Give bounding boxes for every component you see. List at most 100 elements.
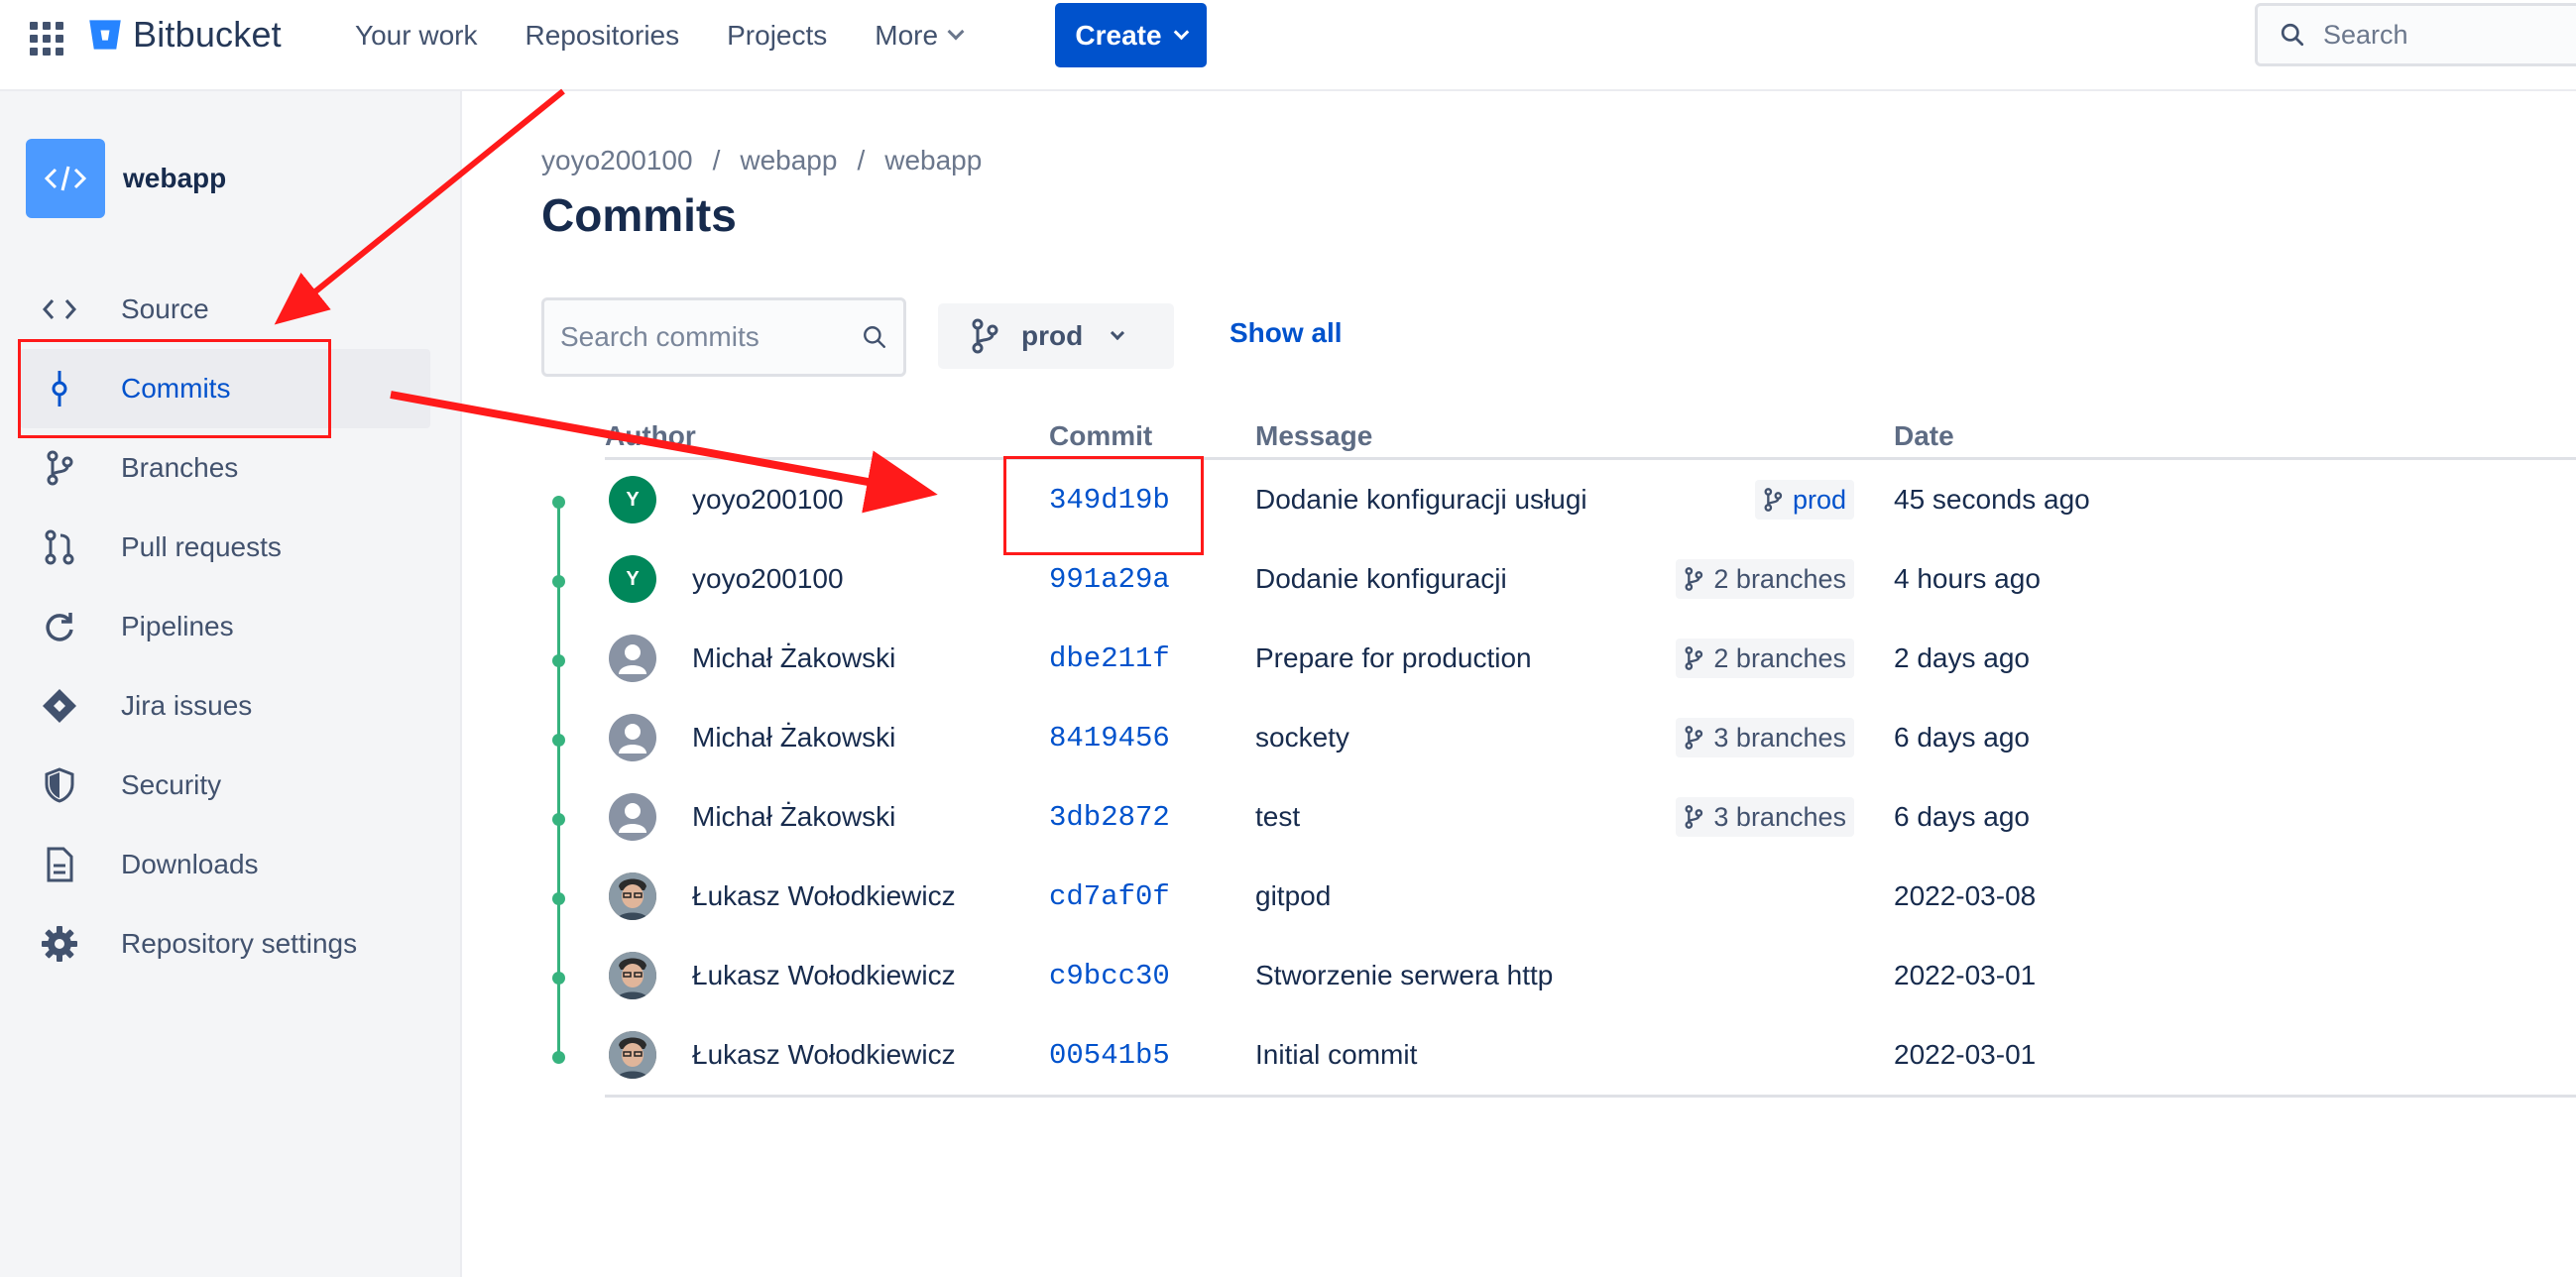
branch-tag-label: 3 branches xyxy=(1713,722,1846,753)
nav-repositories[interactable]: Repositories xyxy=(525,20,679,52)
gear-icon xyxy=(42,926,77,962)
branch-tag[interactable]: 2 branches xyxy=(1676,638,1854,678)
branch-tag[interactable]: 2 branches xyxy=(1676,559,1854,599)
author-name[interactable]: Łukasz Wołodkiewicz xyxy=(692,1015,956,1095)
author-name[interactable]: yoyo200100 xyxy=(692,460,844,539)
avatar[interactable] xyxy=(609,872,656,920)
commit-graph-node xyxy=(552,496,565,509)
global-search-input[interactable]: Search xyxy=(2255,3,2576,66)
commit-message[interactable]: Dodanie konfiguracji xyxy=(1255,563,1507,595)
commit-date: 2022-03-01 xyxy=(1894,960,2037,990)
branch-icon xyxy=(1685,805,1703,829)
commit-message[interactable]: test xyxy=(1255,801,1300,833)
create-button[interactable]: Create xyxy=(1055,3,1207,67)
avatar[interactable] xyxy=(609,635,656,682)
sidebar-item-repository-settings[interactable]: Repository settings xyxy=(20,904,430,984)
show-all-link[interactable]: Show all xyxy=(1229,317,1343,349)
repo-header[interactable]: webapp xyxy=(26,139,226,218)
author-name[interactable]: Michał Żakowski xyxy=(692,619,895,698)
author-name[interactable]: Michał Żakowski xyxy=(692,777,895,857)
pull-request-icon xyxy=(45,529,74,565)
commit-hash-link[interactable]: 8419456 xyxy=(1049,698,1170,777)
breadcrumb-workspace[interactable]: yoyo200100 xyxy=(541,145,693,176)
column-header-author: Author xyxy=(605,420,696,451)
sidebar-item-label: Security xyxy=(121,769,222,800)
author-name[interactable]: Łukasz Wołodkiewicz xyxy=(692,936,956,1015)
table-bottom-border xyxy=(605,1095,2576,1098)
commit-hash-link[interactable]: cd7af0f xyxy=(1049,857,1170,936)
branch-tag[interactable]: prod xyxy=(1754,480,1854,520)
branch-selector-dropdown[interactable]: prod xyxy=(938,303,1174,369)
sidebar-item-label: Jira issues xyxy=(121,690,253,721)
breadcrumb-repository[interactable]: webapp xyxy=(884,145,982,176)
author-cell xyxy=(609,1015,656,1095)
search-commits-field[interactable] xyxy=(541,297,906,377)
pipelines-icon xyxy=(46,613,73,641)
avatar[interactable]: Y xyxy=(609,555,656,603)
sidebar-item-pull-requests[interactable]: Pull requests xyxy=(20,508,430,587)
selected-branch: prod xyxy=(1021,320,1084,351)
search-commits-input[interactable] xyxy=(560,321,848,353)
author-cell xyxy=(609,777,656,857)
commit-message[interactable]: Prepare for production xyxy=(1255,642,1532,674)
sidebar-item-source[interactable]: Source xyxy=(20,270,430,349)
branch-tag-label: 3 branches xyxy=(1713,801,1846,832)
breadcrumb-separator: / xyxy=(857,145,866,175)
page-title: Commits xyxy=(541,189,737,241)
sidebar-item-branches[interactable]: Branches xyxy=(20,428,430,508)
chevron-down-icon xyxy=(1173,24,1189,40)
avatar[interactable] xyxy=(609,714,656,761)
commit-graph-node xyxy=(552,1051,565,1064)
avatar[interactable] xyxy=(609,793,656,841)
branch-tag[interactable]: 3 branches xyxy=(1676,718,1854,757)
commit-hash-link[interactable]: c9bcc30 xyxy=(1049,936,1170,1015)
commit-graph-node xyxy=(552,734,565,747)
commit-graph-node xyxy=(552,892,565,905)
commit-hash-link[interactable]: 00541b5 xyxy=(1049,1015,1170,1095)
author-name[interactable]: Łukasz Wołodkiewicz xyxy=(692,857,956,936)
nav-label: Projects xyxy=(727,20,828,51)
sidebar-item-pipelines[interactable]: Pipelines xyxy=(20,587,430,666)
nav-your-work[interactable]: Your work xyxy=(355,20,477,52)
sidebar-item-label: Source xyxy=(121,293,209,324)
breadcrumb-project[interactable]: webapp xyxy=(740,145,837,176)
branch-icon xyxy=(972,318,998,354)
commit-date: 6 days ago xyxy=(1894,722,2030,753)
sidebar-item-security[interactable]: Security xyxy=(20,746,430,825)
nav-more[interactable]: More xyxy=(875,20,965,52)
branch-tag[interactable]: 3 branches xyxy=(1676,797,1854,837)
author-cell: Y xyxy=(609,539,656,619)
commits-table: Author Commit Message Date Y yoyo200100 … xyxy=(605,412,2576,1098)
commit-message[interactable]: Initial commit xyxy=(1255,1039,1417,1071)
sidebar-item-downloads[interactable]: Downloads xyxy=(20,825,430,904)
commit-hash-link[interactable]: 3db2872 xyxy=(1049,777,1170,857)
table-row: Łukasz Wołodkiewicz c9bcc30 Stworzenie s… xyxy=(605,936,2576,1015)
avatar[interactable] xyxy=(609,1031,656,1079)
repo-avatar xyxy=(26,139,105,218)
commit-message[interactable]: gitpod xyxy=(1255,880,1331,912)
sidebar-item-jira-issues[interactable]: Jira issues xyxy=(20,666,430,746)
annotation-box-commits xyxy=(18,339,331,438)
commit-message[interactable]: sockety xyxy=(1255,722,1349,754)
user-photo-icon xyxy=(609,952,656,999)
commit-message[interactable]: Dodanie konfiguracji usługi xyxy=(1255,484,1587,516)
avatar[interactable] xyxy=(609,952,656,999)
branch-icon xyxy=(1685,567,1703,591)
app-switcher-icon[interactable] xyxy=(30,22,63,56)
commit-hash-link[interactable]: dbe211f xyxy=(1049,619,1170,698)
commit-date: 4 hours ago xyxy=(1894,563,2041,594)
breadcrumb-separator: / xyxy=(712,145,721,175)
author-name[interactable]: Michał Żakowski xyxy=(692,698,895,777)
author-name[interactable]: yoyo200100 xyxy=(692,539,844,619)
avatar[interactable]: Y xyxy=(609,476,656,523)
commit-date: 6 days ago xyxy=(1894,801,2030,832)
nav-projects[interactable]: Projects xyxy=(727,20,827,52)
bitbucket-logo[interactable]: Bitbucket xyxy=(87,10,282,59)
author-cell xyxy=(609,936,656,1015)
nav-label: Repositories xyxy=(525,20,680,51)
message-cell: Stworzenie serwera http xyxy=(1255,936,1854,1015)
commit-message[interactable]: Stworzenie serwera http xyxy=(1255,960,1553,991)
table-row: Łukasz Wołodkiewicz cd7af0f gitpod 2022-… xyxy=(605,857,2576,936)
column-header-commit: Commit xyxy=(1049,420,1153,451)
code-icon xyxy=(44,166,87,191)
